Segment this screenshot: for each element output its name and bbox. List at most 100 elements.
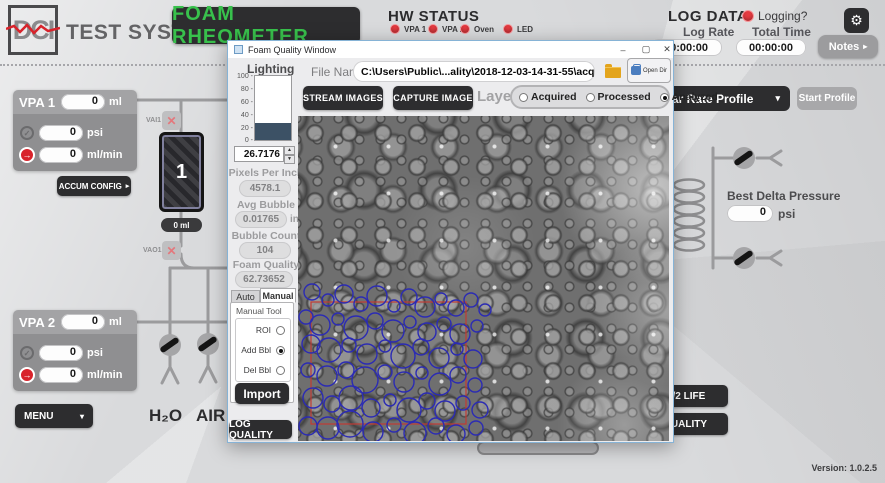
layer-analyzed[interactable]: Analyzed bbox=[660, 91, 718, 103]
spin-up-icon: ▲ bbox=[284, 146, 295, 155]
maximize-button[interactable]: ▢ bbox=[636, 44, 656, 55]
water-valve-icon[interactable] bbox=[159, 334, 181, 356]
lighting-label: Lighting bbox=[247, 62, 294, 76]
partially-hidden-button bbox=[477, 441, 599, 455]
valve-vao1-icon[interactable]: ✕ bbox=[162, 241, 181, 260]
accumulator-volume-badge: 0 ml bbox=[161, 218, 202, 232]
vpa2-flow-input[interactable]: 0 bbox=[39, 367, 83, 383]
vpa2-flow-arrow-icon[interactable]: → bbox=[19, 367, 35, 383]
close-button[interactable]: ✕ bbox=[657, 44, 677, 55]
layers-radio-group: Acquired Processed Analyzed bbox=[510, 85, 670, 109]
vpa2-body: ✓ 0 psi → 0 ml/min bbox=[13, 334, 137, 391]
valve-vai1-icon[interactable]: ✕ bbox=[162, 111, 181, 130]
avg-bubble-size-value: 0.01765 bbox=[235, 211, 287, 228]
browse-folder-button[interactable] bbox=[600, 63, 625, 81]
foam-image-view[interactable] bbox=[298, 116, 669, 441]
vpa1-flow-arrow-icon[interactable]: → bbox=[19, 147, 35, 163]
version-label: Version: 1.0.2.5 bbox=[811, 463, 877, 473]
radio-del-bbl[interactable]: Del Bbl bbox=[244, 365, 285, 375]
vpa2-status-led-icon bbox=[428, 24, 438, 34]
analyzed-radio-icon bbox=[660, 93, 669, 102]
vpa2-pressure-input[interactable]: 0 bbox=[39, 345, 83, 361]
right-bottom-valve-icon[interactable] bbox=[733, 247, 755, 269]
hw-indicator-vpa1: VPA 1 bbox=[390, 24, 426, 34]
vpa1-header: VPA 1 0 ml bbox=[13, 90, 137, 114]
vpa1-pressure-gauge-icon: ✓ bbox=[19, 125, 35, 141]
file-name-input[interactable]: C:\Users\Public\...ality\2018-12-03-14-3… bbox=[353, 61, 595, 82]
radio-add-bbl[interactable]: Add Bbl bbox=[241, 345, 285, 355]
del-bbl-radio-icon bbox=[276, 366, 285, 375]
radio-roi[interactable]: ROI bbox=[256, 325, 285, 335]
hw-status-title: HW STATUS bbox=[388, 8, 479, 25]
caret-right-icon: ▸ bbox=[126, 182, 130, 190]
minimize-button[interactable]: – bbox=[613, 45, 633, 55]
oven-status-led-icon bbox=[460, 24, 470, 34]
dialog-title: Foam Quality Window bbox=[248, 45, 667, 55]
best-delta-pressure-value: 0 bbox=[727, 205, 773, 222]
foam-quality-window: Foam Quality Window – ▢ ✕ Lighting 100 8… bbox=[227, 40, 674, 443]
vpa1-pressure-input[interactable]: 0 bbox=[39, 125, 83, 141]
lighting-slider[interactable]: 100 80 60 40 20 0 bbox=[254, 75, 292, 141]
pixels-per-inch-value: 4578.1 bbox=[239, 180, 291, 197]
air-valve-icon[interactable] bbox=[197, 333, 219, 355]
total-time-value: 00:00:00 bbox=[736, 39, 806, 56]
notes-button[interactable]: Notes ▸ bbox=[818, 35, 878, 58]
vpa2-title: VPA 2 bbox=[19, 315, 57, 330]
window-icon bbox=[234, 45, 243, 54]
accum-config-button[interactable]: ACCUM CONFIG ▸ bbox=[57, 176, 131, 196]
spin-down-icon: ▼ bbox=[284, 155, 295, 164]
vpa1-flow-input[interactable]: 0 bbox=[39, 147, 83, 163]
vpa1-volume-input[interactable]: 0 bbox=[61, 94, 105, 110]
log-data-title: LOG DATA bbox=[668, 8, 748, 25]
lighting-value-input[interactable]: 26.7176 bbox=[234, 146, 284, 162]
led-status-led-icon bbox=[503, 24, 513, 34]
vpa2-pressure-gauge-icon: ✓ bbox=[19, 345, 35, 361]
app-title: FOAM RHEOMETER bbox=[172, 7, 360, 44]
best-delta-pressure-label: Best Delta Pressure bbox=[727, 189, 840, 203]
caret-down-icon: ▾ bbox=[80, 412, 84, 421]
analysis-overlay bbox=[298, 116, 669, 441]
valve-vai1-label: VAI1 bbox=[146, 117, 161, 124]
folder-icon bbox=[605, 67, 621, 78]
start-profile-button[interactable]: Start Profile bbox=[797, 87, 857, 110]
gear-icon: ⚙ bbox=[850, 12, 863, 29]
capture-image-button[interactable]: CAPTURE IMAGE bbox=[393, 86, 473, 110]
hw-indicator-oven: Oven bbox=[460, 24, 494, 34]
foam-quality-value: 62.73652 bbox=[235, 271, 293, 288]
total-time-label: Total Time bbox=[752, 25, 811, 39]
vpa2-volume-input[interactable]: 0 bbox=[61, 314, 105, 330]
processed-radio-icon bbox=[586, 93, 595, 102]
water-inlet-label: H₂O bbox=[149, 406, 182, 426]
open-dir-icon bbox=[631, 66, 641, 75]
import-button[interactable]: Import bbox=[235, 383, 289, 404]
logging-indicator[interactable]: Logging? bbox=[742, 9, 807, 23]
hw-indicator-led: LED bbox=[503, 24, 533, 34]
layer-processed[interactable]: Processed bbox=[586, 91, 651, 103]
pixels-per-inch-label: Pixels Per Inch bbox=[228, 167, 304, 179]
foam-quality-label: Foam Quality bbox=[228, 259, 304, 271]
stream-images-button[interactable]: STREAM IMAGES bbox=[303, 86, 383, 110]
lighting-slider-fill bbox=[255, 123, 291, 140]
lighting-spinner[interactable]: ▲▼ bbox=[284, 146, 295, 162]
vpa2-header: VPA 2 0 ml bbox=[13, 310, 137, 334]
vpa1-body: ✓ 0 psi → 0 ml/min bbox=[13, 114, 137, 171]
menu-button[interactable]: MENU ▾ bbox=[15, 404, 93, 428]
vpa2-panel: VPA 2 0 ml ✓ 0 psi → 0 ml/min bbox=[13, 310, 137, 391]
open-dir-button[interactable]: Open Dir bbox=[627, 58, 671, 83]
air-inlet-label: AIR bbox=[196, 406, 225, 426]
manual-tool-options: ROI Add Bbl Del Bbl bbox=[235, 318, 291, 382]
tab-manual[interactable]: Manual bbox=[260, 288, 296, 303]
vpa1-title: VPA 1 bbox=[19, 95, 57, 110]
right-top-valve-icon[interactable] bbox=[733, 147, 755, 169]
dialog-titlebar[interactable]: Foam Quality Window – ▢ ✕ bbox=[228, 41, 673, 58]
bubble-count-value: 104 bbox=[239, 242, 291, 259]
log-rate-label: Log Rate bbox=[683, 25, 734, 39]
add-bbl-radio-icon bbox=[276, 346, 285, 355]
accumulator-1: 1 bbox=[159, 132, 204, 212]
settings-button[interactable]: ⚙ bbox=[844, 8, 869, 33]
logging-led-icon bbox=[742, 10, 754, 22]
layer-acquired[interactable]: Acquired bbox=[519, 91, 577, 103]
log-quality-button[interactable]: LOG QUALITY bbox=[229, 420, 292, 439]
acquired-radio-icon bbox=[519, 93, 528, 102]
caret-right-icon: ▸ bbox=[863, 42, 867, 51]
